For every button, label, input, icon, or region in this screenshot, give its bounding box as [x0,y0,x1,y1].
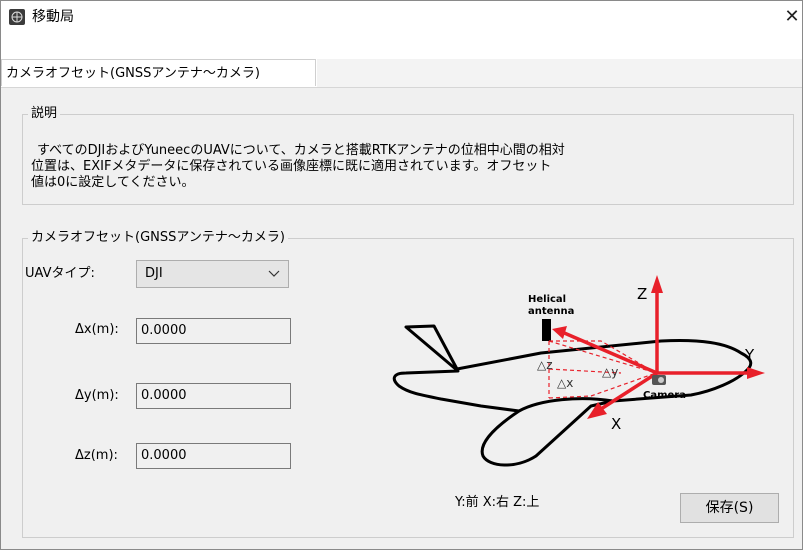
tab-camera-offset[interactable]: カメラオフセット(GNSSアンテナ～カメラ) [1,59,316,86]
axis-legend: Y:前 X:右 Z:上 [455,495,540,510]
delta-y-label: △y [602,365,618,379]
dx-label: Δx(m): [75,322,119,337]
save-button[interactable]: 保存(S) [680,493,779,523]
info-line-1: すべてのDJIおよびYuneecのUAVについて、カメラと搭載RTKアンテナの位… [37,143,565,158]
title-bar: 移動局 ✕ [1,1,802,33]
axis-x-label: X [611,415,621,433]
helical-label-2: antenna [528,306,574,317]
info-group-title: 説明 [28,106,61,122]
uav-type-label: UAVタイプ: [25,266,95,281]
delta-z-label: △z [537,358,553,372]
dy-label: Δy(m): [75,388,119,403]
tab-strip-background [317,59,802,88]
helical-label-1: Helical [528,294,566,305]
uav-type-value: DJI [145,266,163,281]
chevron-down-icon [268,261,280,296]
dy-input[interactable]: 0.0000 [136,383,291,409]
antenna-shape [542,319,551,341]
dialog-window: 移動局 ✕ カメラオフセット(GNSSアンテナ～カメラ) 説明 すべてのDJIお… [0,0,803,550]
window-title: 移動局 [32,9,74,25]
offset-group-title: カメラオフセット(GNSSアンテナ～カメラ) [28,230,288,246]
info-line-2: 位置は、EXIFメタデータに保存されている画像座標に既に適用されています。オフセ… [31,159,552,174]
delta-x-label: △x [557,376,573,390]
close-icon[interactable]: ✕ [782,5,802,29]
dz-label: Δz(m): [75,448,118,463]
info-line-3: 値は0に設定してください。 [31,175,195,190]
dx-input[interactable]: 0.0000 [136,318,291,344]
info-description: すべてのDJIおよびYuneecのUAVについて、カメラと搭載RTKアンテナの位… [31,143,751,191]
axis-z-label: Z [637,285,647,303]
camera-icon [652,375,666,385]
app-globe-icon [9,9,25,25]
airplane-fuselage [392,324,753,467]
uav-type-select[interactable]: DJI [136,260,289,288]
dz-input[interactable]: 0.0000 [136,443,291,469]
uav-offset-diagram: Helical antenna Camera Z Y X △z △x △y [392,275,765,467]
camera-label: Camera [643,390,686,401]
axis-y-label: Y [744,346,755,364]
